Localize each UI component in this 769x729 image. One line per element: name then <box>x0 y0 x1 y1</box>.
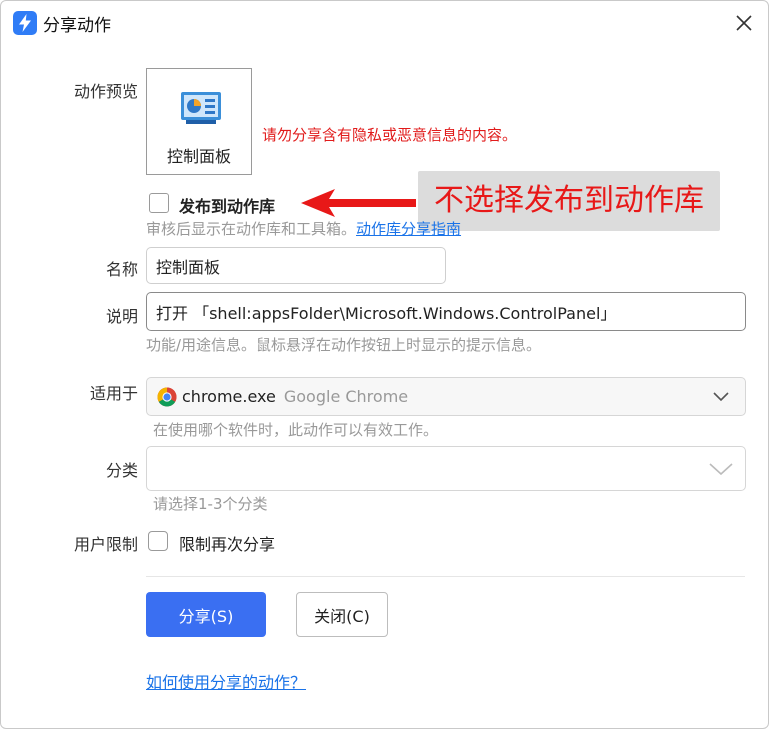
limit-reshare-label[interactable]: 限制再次分享 <box>179 531 275 555</box>
control-panel-icon <box>181 92 221 124</box>
category-label: 分类 <box>105 461 138 480</box>
user-limit-label: 用户限制 <box>73 535 138 554</box>
name-input[interactable]: 控制面板 <box>146 247 446 284</box>
preview-label: 动作预览 <box>73 82 138 101</box>
lightning-bolt-icon <box>13 11 37 35</box>
publish-hint-text: 审核后显示在动作库和工具箱。 <box>146 220 357 238</box>
description-label: 说明 <box>105 307 138 326</box>
category-select[interactable] <box>146 446 746 491</box>
privacy-warning: 请勿分享含有隐私或恶意信息的内容。 <box>262 126 518 144</box>
applies-to-hint: 在使用哪个软件时，此动作可以有效工作。 <box>153 421 439 439</box>
close-dialog-button[interactable]: 关闭(C) <box>296 592 388 637</box>
name-input-value: 控制面板 <box>156 257 221 277</box>
category-hint: 请选择1-3个分类 <box>153 495 268 513</box>
description-input-value: 打开 「shell:appsFolder\Microsoft.Windows.C… <box>156 303 617 323</box>
close-button[interactable] <box>728 7 760 39</box>
applies-to-select[interactable]: chrome.exe Google Chrome <box>146 377 746 416</box>
window-title: 分享动作 <box>43 16 111 36</box>
chevron-down-icon <box>713 391 729 401</box>
applies-to-label: 适用于 <box>89 384 138 403</box>
divider <box>146 576 745 577</box>
action-preview-card: 控制面板 <box>146 68 252 175</box>
red-arrow-annotation <box>301 189 416 217</box>
title-bar: 分享动作 <box>1 1 768 45</box>
publish-checkbox-label[interactable]: 发布到动作库 <box>179 193 275 217</box>
name-label: 名称 <box>105 260 138 279</box>
preview-card-label: 控制面板 <box>166 147 231 166</box>
annotation-callout: 不选择发布到动作库 <box>418 171 720 231</box>
applies-to-exe: chrome.exe <box>182 387 276 406</box>
chevron-down-icon <box>709 462 733 475</box>
chrome-icon <box>157 387 177 406</box>
close-icon <box>736 15 752 31</box>
annotation-text: 不选择发布到动作库 <box>434 183 704 218</box>
description-input[interactable]: 打开 「shell:appsFolder\Microsoft.Windows.C… <box>146 292 746 331</box>
share-button[interactable]: 分享(S) <box>146 592 266 637</box>
publish-checkbox[interactable] <box>149 193 169 213</box>
applies-to-app-name: Google Chrome <box>283 387 409 406</box>
share-action-dialog: 分享动作 动作预览 控制面板 请勿分享含有隐私或恶意信息的内容。 发布到动作库 … <box>0 0 769 729</box>
share-guide-link[interactable]: 动作库分享指南 <box>356 220 461 238</box>
publish-hint: 审核后显示在动作库和工具箱。动作库分享指南 <box>146 218 461 239</box>
help-link[interactable]: 如何使用分享的动作？ <box>146 669 306 693</box>
limit-reshare-checkbox[interactable] <box>148 531 168 551</box>
description-hint: 功能/用途信息。鼠标悬浮在动作按钮上时显示的提示信息。 <box>146 336 542 354</box>
